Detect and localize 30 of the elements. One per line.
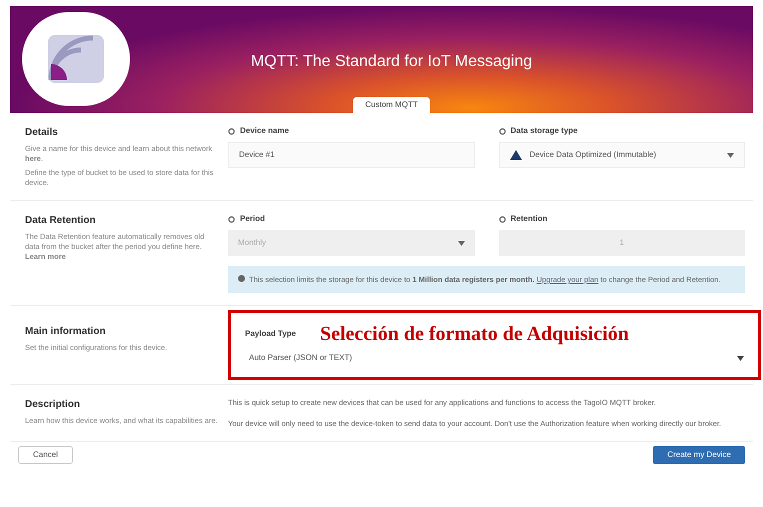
tab[interactable]: Custom MQTT <box>353 97 430 113</box>
cancel-button[interactable]: Cancel <box>18 446 73 464</box>
field-icon <box>228 128 235 134</box>
input-field[interactable]: Device #1 <box>228 142 474 168</box>
annotation-text: Selección de formato de Adquisición <box>320 323 629 345</box>
info-icon <box>238 275 245 282</box>
caret-icon <box>458 240 464 246</box>
caret-icon <box>737 356 744 360</box>
field-label: Period <box>240 213 265 225</box>
select-value: Monthly <box>238 237 266 249</box>
field-icon <box>228 216 235 222</box>
section-title: Details <box>25 126 59 140</box>
field-label: Payload Type <box>245 328 296 340</box>
signal-icon <box>47 34 105 84</box>
create-device-button[interactable]: Create my Device <box>653 446 745 464</box>
caret-icon <box>727 152 734 158</box>
field-label: Data storage type <box>510 125 578 137</box>
section-title: Description <box>25 398 82 412</box>
select-value: Device Data Optimized (Immutable) <box>530 149 656 161</box>
field-label: Retention <box>510 213 548 225</box>
select-value: Auto Parser (JSON or TEXT) <box>249 352 352 364</box>
mountain-icon <box>510 150 522 160</box>
field-label: Device name <box>240 125 289 137</box>
select-field[interactable]: Auto Parser (JSON or TEXT) <box>245 349 744 367</box>
field-icon <box>498 216 506 222</box>
section-title: Main information <box>25 325 107 339</box>
field-icon <box>498 128 506 134</box>
section-title: Data Retention <box>25 214 97 228</box>
banner-title: MQTT: The Standard for IoT Messaging <box>250 52 534 72</box>
select-field[interactable]: Device Data Optimized (Immutable) <box>498 142 745 168</box>
